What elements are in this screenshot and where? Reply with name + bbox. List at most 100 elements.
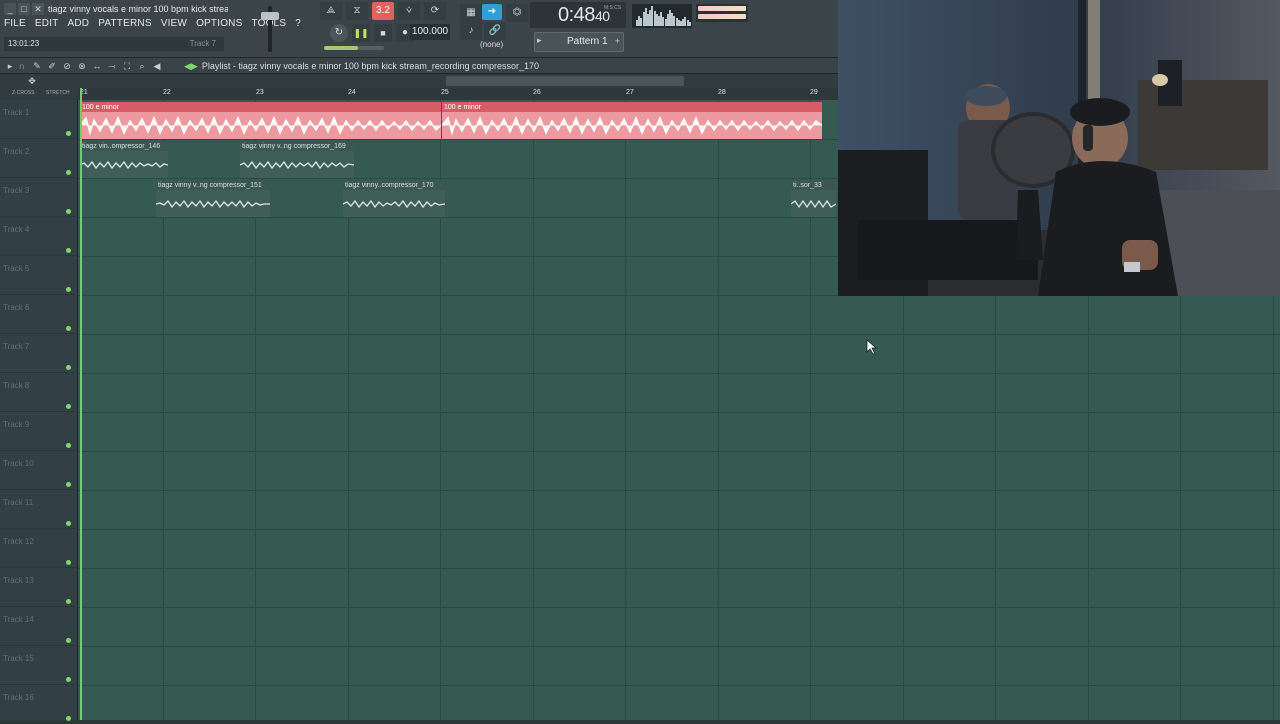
audio-clip[interactable]: tiagz vinny v..ng compressor_151	[156, 180, 270, 217]
track-header[interactable]: Track 11	[0, 490, 76, 529]
menu-file[interactable]: FILE	[4, 18, 26, 29]
audio-clip[interactable]: ti..sor_33	[791, 180, 836, 217]
playhead-marker[interactable]	[80, 88, 82, 720]
menu-view[interactable]: VIEW	[161, 18, 187, 29]
peak-meter	[696, 4, 748, 22]
audio-clip[interactable]: tiagz vinny..compressor_170	[343, 180, 445, 217]
track-header[interactable]: Track 10	[0, 451, 76, 490]
timeline-ruler[interactable]: Z-CROSS STRETCH 21 22 23 24 25 26 27 28 …	[0, 88, 838, 100]
track-mute-led[interactable]	[66, 443, 71, 448]
track-header[interactable]: Track 13	[0, 568, 76, 607]
select-icon[interactable]: ⛶	[121, 60, 133, 72]
track-name: Track 9	[3, 420, 30, 429]
track-mute-led[interactable]	[66, 365, 71, 370]
minimize-button[interactable]: _	[4, 3, 16, 15]
track-mute-led[interactable]	[66, 560, 71, 565]
track-mute-led[interactable]	[66, 638, 71, 643]
slice-icon[interactable]: ⤙	[106, 60, 118, 72]
mute-icon[interactable]: ⊗	[76, 60, 88, 72]
main-pitch-slider[interactable]	[324, 46, 384, 50]
playlist-menu-icon[interactable]: ▸	[4, 60, 16, 72]
snap-icon[interactable]: ∩	[16, 60, 28, 72]
step-edit-icon[interactable]: ➔	[482, 4, 502, 20]
track-mute-led[interactable]	[66, 248, 71, 253]
bar-number: 23	[256, 89, 264, 96]
track-mute-led[interactable]	[66, 404, 71, 409]
scroll-thumb[interactable]	[446, 76, 684, 86]
track-mute-led[interactable]	[66, 131, 71, 136]
pause-button[interactable]: ❚❚	[352, 24, 370, 42]
scroll-icon[interactable]: ♪	[460, 22, 482, 40]
menu-edit[interactable]: EDIT	[35, 18, 59, 29]
wait-icon[interactable]: ⧖	[346, 2, 368, 20]
track-mute-led[interactable]	[66, 170, 71, 175]
paint-icon[interactable]: ✐	[46, 60, 58, 72]
move-icon[interactable]: ✥	[26, 75, 38, 87]
slip-icon[interactable]: ↔	[91, 60, 103, 72]
snap-selector[interactable]: (none)	[480, 40, 503, 49]
add-pattern-icon[interactable]: +	[615, 36, 620, 46]
track-header[interactable]: Track 15	[0, 646, 76, 685]
arrangement-icon[interactable]: ◀▶	[184, 61, 198, 71]
track-header[interactable]: Track 8	[0, 373, 76, 412]
pattern-selector[interactable]: ▸ Pattern 1 +	[534, 32, 624, 52]
link-icon[interactable]: 🔗	[484, 22, 506, 40]
track-mute-led[interactable]	[66, 599, 71, 604]
stretch-toggle[interactable]: STRETCH	[46, 90, 70, 96]
audio-clip[interactable]: 100 e minor	[442, 102, 822, 139]
horizontal-scrollbar[interactable]: ✥	[0, 74, 838, 88]
zoom-icon[interactable]: ⌕	[136, 60, 148, 72]
master-volume-slider[interactable]	[258, 4, 284, 54]
menu-help[interactable]: ?	[295, 18, 301, 29]
master-volume-knob[interactable]	[261, 12, 279, 20]
audio-clip[interactable]: tiagz vinny v..ng compressor_169	[240, 141, 354, 178]
playback-icon[interactable]: ◀	[151, 60, 163, 72]
track-mute-led[interactable]	[66, 326, 71, 331]
loop-record-icon[interactable]: ⟳	[424, 2, 446, 20]
meter-left-level	[698, 6, 746, 11]
track-header[interactable]: Track 2	[0, 139, 76, 178]
tempo-display[interactable]: 100.000	[410, 24, 450, 40]
track-name: Track 8	[3, 381, 30, 390]
draw-icon[interactable]: ✎	[31, 60, 43, 72]
recording-icon[interactable]: ⏣	[506, 4, 528, 22]
typing-keyboard-icon[interactable]: ▦	[460, 4, 482, 22]
audio-clip[interactable]: tiagz vin..ompressor_146	[80, 141, 168, 178]
track-line	[78, 568, 1280, 569]
track-mute-led[interactable]	[66, 287, 71, 292]
stop-button[interactable]: ■	[374, 24, 392, 42]
track-header[interactable]: Track 4	[0, 217, 76, 256]
track-header[interactable]: Track 14	[0, 607, 76, 646]
track-mute-led[interactable]	[66, 677, 71, 682]
blend-icon[interactable]: ⩒	[398, 2, 420, 20]
track-header[interactable]: Track 5	[0, 256, 76, 295]
metronome-icon[interactable]: ⟁	[320, 2, 342, 20]
track-mute-led[interactable]	[66, 521, 71, 526]
cpu-monitor	[632, 4, 692, 28]
track-header[interactable]: Track 1	[0, 100, 76, 139]
track-mute-led[interactable]	[66, 209, 71, 214]
track-header[interactable]: Track 9	[0, 412, 76, 451]
maximize-button[interactable]: □	[18, 3, 30, 15]
track-header[interactable]: Track 3	[0, 178, 76, 217]
track-header[interactable]: Track 12	[0, 529, 76, 568]
pattern-song-toggle[interactable]: ↻	[330, 24, 348, 42]
zero-cross-toggle[interactable]: Z-CROSS	[12, 90, 35, 96]
track-name: Track 13	[3, 576, 34, 585]
time-display[interactable]: 0:4840 M:S:CS	[530, 2, 626, 28]
menu-patterns[interactable]: PATTERNS	[98, 18, 151, 29]
audio-clip[interactable]: 100 e minor	[80, 102, 441, 139]
track-header[interactable]: Track 6	[0, 295, 76, 334]
track-header[interactable]: Track 16	[0, 685, 76, 724]
menu-options[interactable]: OPTIONS	[196, 18, 242, 29]
menu-add[interactable]: ADD	[68, 18, 90, 29]
close-button[interactable]: ✕	[32, 3, 44, 15]
track-mute-led[interactable]	[66, 482, 71, 487]
countdown-icon[interactable]: 3.2	[372, 2, 394, 20]
main-toolbar: _ □ ✕ tiagz vinny vocals e minor 100 bpm…	[0, 0, 838, 58]
pitch-slider-fill	[324, 46, 358, 50]
play-pattern-icon[interactable]: ▸	[537, 35, 542, 46]
track-mute-led[interactable]	[66, 716, 71, 721]
delete-icon[interactable]: ⊘	[61, 60, 73, 72]
track-header[interactable]: Track 7	[0, 334, 76, 373]
